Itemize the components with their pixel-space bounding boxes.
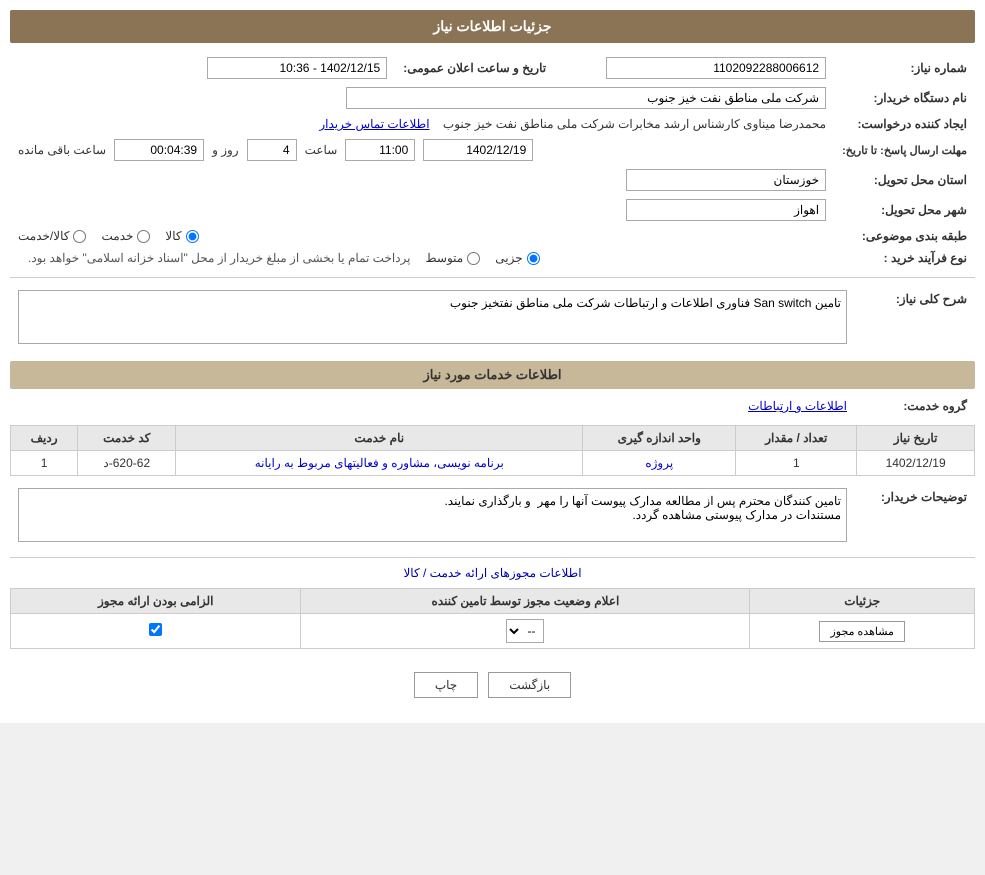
buyer-org-input[interactable] — [346, 87, 826, 109]
table-row: 1402/12/19 1 پروژه برنامه نویسی، مشاوره … — [11, 451, 975, 476]
need-number-input[interactable] — [606, 57, 826, 79]
required-checkbox[interactable] — [149, 623, 162, 636]
divider-1 — [10, 277, 975, 278]
need-description-table: شرح کلی نیاز: تامین San switch فناوری اط… — [10, 286, 975, 351]
col-details: جزئیات — [750, 589, 975, 614]
announce-date-label: تاریخ و ساعت اعلان عمومی: — [395, 53, 554, 83]
days-input[interactable] — [247, 139, 297, 161]
buyer-notes-table: توضیحات خریدار: تامین کنندگان محترم پس ا… — [10, 484, 975, 549]
rooz-label: روز و — [212, 143, 239, 157]
service-group-label: گروه خدمت: — [855, 395, 975, 417]
view-permit-button[interactable]: مشاهده مجوز — [819, 621, 904, 642]
services-section-title: اطلاعات خدمات مورد نیاز — [10, 361, 975, 389]
category-label: طبقه بندی موضوعی: — [834, 225, 975, 247]
buyer-notes-label: توضیحات خریدار: — [855, 484, 975, 549]
purchase-type-jozyi[interactable]: جزیی — [495, 251, 539, 265]
time-input[interactable] — [345, 139, 415, 161]
basic-info-table: شماره نیاز: تاریخ و ساعت اعلان عمومی: نا… — [10, 53, 975, 269]
buyer-notes-textarea[interactable]: تامین کنندگان محترم پس از مطالعه مدارک پ… — [18, 488, 847, 542]
page-header: جزئیات اطلاعات نیاز — [10, 10, 975, 43]
purchase-type-label: نوع فرآیند خرید : — [834, 247, 975, 269]
divider-2 — [10, 557, 975, 558]
permits-table: جزئیات اعلام وضعیت مجوز توسط تامین کننده… — [10, 588, 975, 649]
cell-unit: پروژه — [583, 451, 736, 476]
need-description-textarea[interactable]: تامین San switch فناوری اطلاعات و ارتباط… — [18, 290, 847, 344]
service-group-table: گروه خدمت: اطلاعات و ارتباطات — [10, 395, 975, 417]
remaining-label: ساعت باقی مانده — [18, 143, 106, 157]
date-input[interactable] — [423, 139, 533, 161]
cell-row-number: 1 — [11, 451, 78, 476]
cell-required[interactable] — [11, 614, 301, 649]
footer-buttons: بازگشت چاپ — [10, 657, 975, 713]
buyer-org-label: نام دستگاه خریدار: — [834, 83, 975, 113]
city-input[interactable] — [626, 199, 826, 221]
category-kala-khidmat[interactable]: کالا/خدمت — [18, 229, 86, 243]
remaining-time-input[interactable] — [114, 139, 204, 161]
creator-value: محمدرضا میناوی کارشناس ارشد مخابرات شرکت… — [443, 117, 826, 131]
province-label: استان محل تحویل: — [834, 165, 975, 195]
col-service-name: نام خدمت — [176, 426, 583, 451]
purchase-type-note: پرداخت تمام یا بخشی از مبلغ خریدار از مح… — [28, 251, 411, 265]
col-date: تاریخ نیاز — [857, 426, 975, 451]
cell-quantity: 1 — [736, 451, 857, 476]
services-table: تاریخ نیاز تعداد / مقدار واحد اندازه گیر… — [10, 425, 975, 476]
service-group-link[interactable]: اطلاعات و ارتباطات — [748, 399, 847, 413]
category-kala[interactable]: کالا — [165, 229, 198, 243]
need-description-label: شرح کلی نیاز: — [855, 286, 975, 351]
saat-label: ساعت — [305, 143, 338, 157]
table-row: مشاهده مجوز -- — [11, 614, 975, 649]
cell-details[interactable]: مشاهده مجوز — [750, 614, 975, 649]
city-label: شهر محل تحویل: — [834, 195, 975, 225]
cell-date: 1402/12/19 — [857, 451, 975, 476]
announce-date-input[interactable] — [207, 57, 387, 79]
col-required: الزامی بودن ارائه مجوز — [11, 589, 301, 614]
col-status-announcement: اعلام وضعیت مجوز توسط تامین کننده — [301, 589, 750, 614]
contact-link[interactable]: اطلاعات تماس خریدار — [319, 117, 429, 131]
creator-label: ایجاد کننده درخواست: — [834, 113, 975, 135]
permits-section-title: اطلاعات مجوزهای ارائه خدمت / کالا — [10, 566, 975, 580]
col-row-number: ردیف — [11, 426, 78, 451]
col-quantity: تعداد / مقدار — [736, 426, 857, 451]
response-deadline-label: مهلت ارسال پاسخ: تا تاریخ: — [834, 135, 975, 165]
purchase-type-motavaset[interactable]: متوسط — [426, 251, 481, 265]
page-title: جزئیات اطلاعات نیاز — [433, 18, 551, 34]
back-button[interactable]: بازگشت — [488, 672, 571, 698]
status-select[interactable]: -- — [506, 619, 544, 643]
category-khidmat[interactable]: خدمت — [101, 229, 150, 243]
print-button[interactable]: چاپ — [414, 672, 478, 698]
cell-status[interactable]: -- — [301, 614, 750, 649]
cell-service-name: برنامه نویسی، مشاوره و فعالیتهای مربوط ب… — [176, 451, 583, 476]
province-input[interactable] — [626, 169, 826, 191]
need-number-label: شماره نیاز: — [834, 53, 975, 83]
cell-service-code: 620-62-د — [78, 451, 176, 476]
col-service-code: کد خدمت — [78, 426, 176, 451]
col-unit: واحد اندازه گیری — [583, 426, 736, 451]
